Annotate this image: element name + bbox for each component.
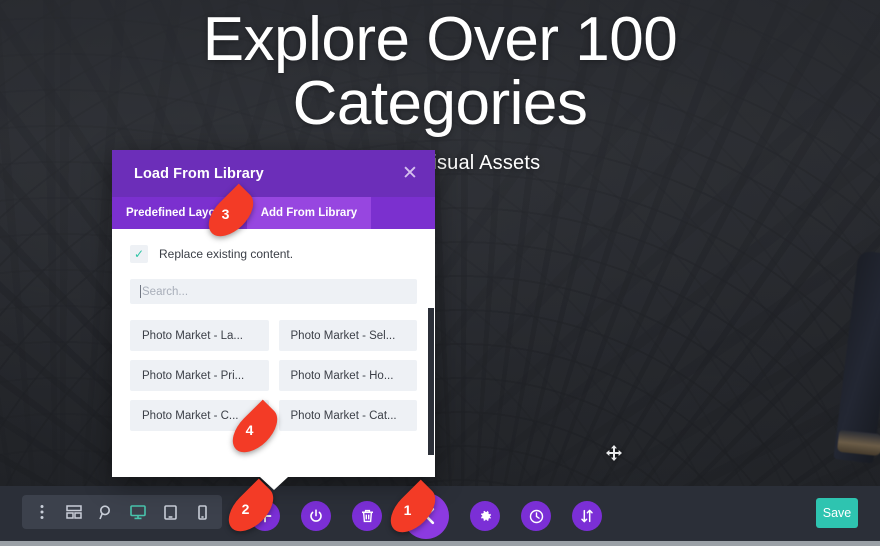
modal-header: Load From Library ✕	[112, 150, 435, 197]
more-options-icon[interactable]	[26, 495, 58, 529]
builder-screen: Explore Over 100 Categories 000,000 Visu…	[0, 0, 880, 546]
settings-button[interactable]	[470, 501, 500, 531]
annotation-marker-3: 3	[200, 183, 262, 245]
exit-builder-button[interactable]	[301, 501, 331, 531]
marker-number: 2	[241, 501, 250, 517]
modal-title: Load From Library	[134, 165, 264, 182]
close-icon[interactable]: ✕	[399, 164, 421, 183]
portability-button[interactable]	[572, 501, 602, 531]
annotation-marker-1: 1	[382, 479, 444, 541]
marker-number: 4	[245, 422, 254, 438]
modal-tabbar: Predefined Layouts Add From Library	[112, 197, 435, 229]
replace-existing-content-row[interactable]: ✓ Replace existing content.	[130, 245, 417, 263]
view-mode-group	[22, 495, 222, 529]
builder-bottom-toolbar: Save	[0, 486, 880, 546]
check-icon[interactable]: ✓	[130, 245, 148, 263]
replace-existing-content-label: Replace existing content.	[159, 247, 294, 261]
text-caret	[140, 285, 141, 298]
save-button[interactable]: Save	[816, 498, 858, 528]
desktop-view-icon[interactable]	[122, 495, 154, 529]
library-item[interactable]: Photo Market - Pri...	[130, 360, 269, 391]
library-item-photo-market-cat[interactable]: Photo Market - Cat...	[278, 400, 417, 431]
phone-view-icon[interactable]	[186, 495, 218, 529]
move-cursor-icon	[606, 445, 622, 466]
annotation-marker-2: 2	[220, 478, 282, 540]
library-item[interactable]: Photo Market - La...	[130, 320, 269, 351]
search-placeholder: Search...	[142, 285, 189, 298]
wireframe-view-icon[interactable]	[58, 495, 90, 529]
marker-number: 1	[403, 502, 412, 518]
page-title: Explore Over 100 Categories	[202, 5, 678, 138]
library-item[interactable]: Photo Market - Ho...	[278, 360, 417, 391]
library-item[interactable]: Photo Market - Sel...	[278, 320, 417, 351]
annotation-marker-4: 4	[224, 399, 286, 461]
clear-layout-button[interactable]	[352, 501, 382, 531]
person-shoe	[836, 429, 880, 457]
zoom-out-icon[interactable]	[90, 495, 122, 529]
search-input[interactable]: Search...	[130, 279, 417, 304]
history-button[interactable]	[521, 501, 551, 531]
modal-footer	[112, 455, 435, 477]
marker-number: 3	[221, 206, 230, 222]
tablet-view-icon[interactable]	[154, 495, 186, 529]
modal-scrollbar[interactable]	[428, 308, 434, 455]
tab-add-from-library[interactable]: Add From Library	[246, 197, 372, 229]
